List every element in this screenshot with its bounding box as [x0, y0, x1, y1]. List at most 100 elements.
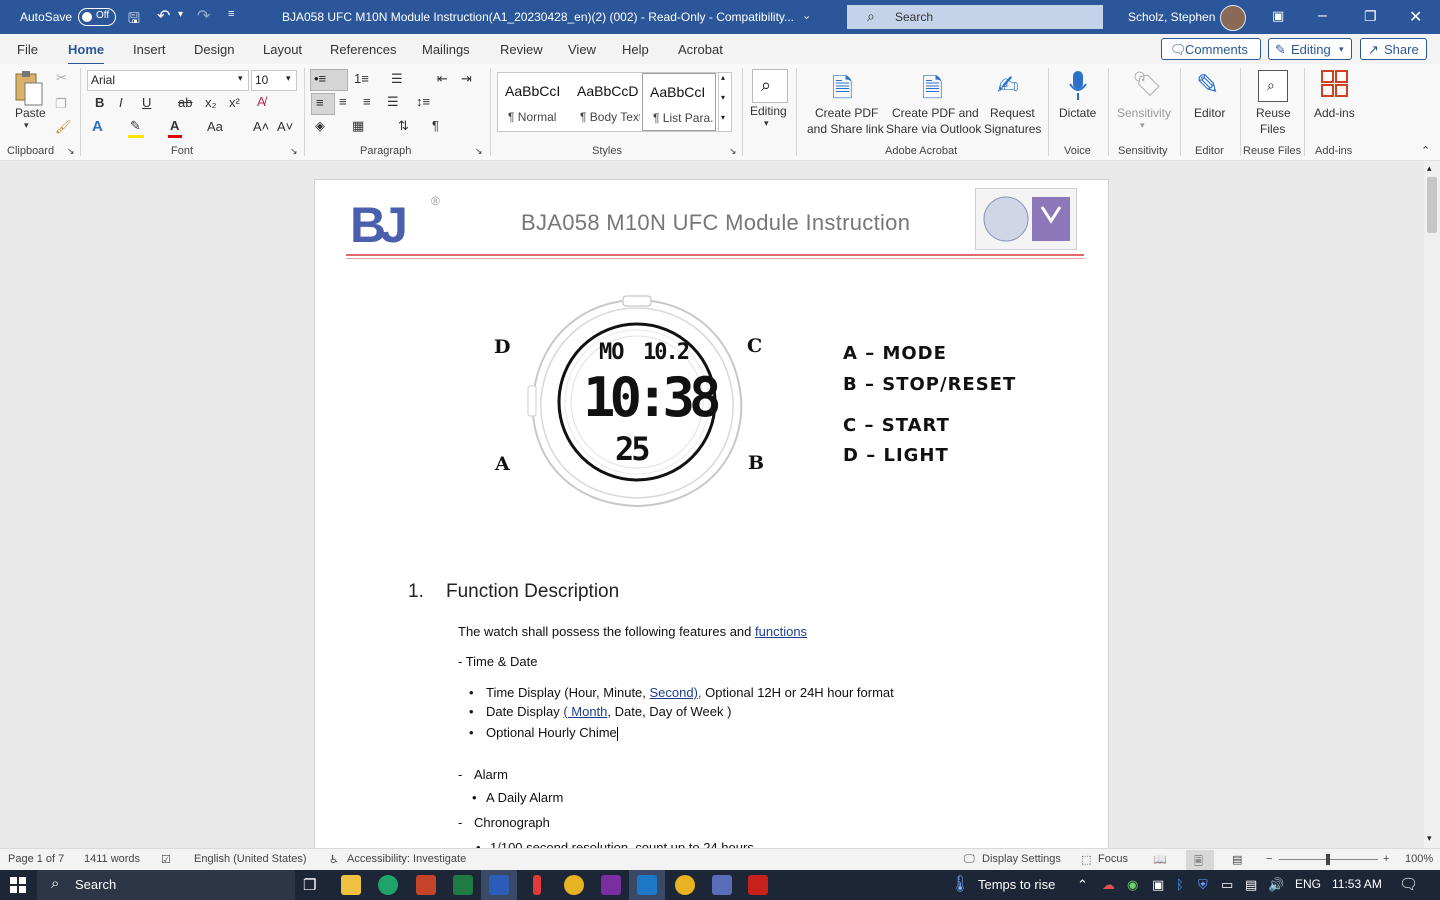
proofing-icon[interactable]: ☑ [161, 853, 171, 866]
zoom-out-icon[interactable]: − [1266, 853, 1272, 865]
tab-references[interactable]: References [330, 42, 396, 57]
highlight-icon[interactable]: ✎ [128, 118, 144, 138]
close-icon[interactable]: ✕ [1409, 7, 1422, 27]
request-signatures-label-2[interactable]: Signatures [984, 122, 1041, 136]
user-name[interactable]: Scholz, Stephen [1128, 10, 1215, 24]
align-right-icon[interactable]: ≡ [363, 94, 371, 109]
web-layout-icon[interactable]: ▤ [1232, 853, 1242, 866]
paste-dropdown-icon[interactable]: ▾ [24, 120, 29, 131]
undo-dropdown-icon[interactable]: ▾ [178, 9, 183, 20]
bold-icon[interactable]: B [95, 95, 104, 110]
edge-icon[interactable] [378, 875, 398, 895]
italic-icon[interactable]: I [119, 95, 123, 110]
editor-icon[interactable]: ✎ [1196, 68, 1219, 101]
notifications-icon[interactable]: 🗨 [1399, 875, 1418, 893]
reuse-files-label[interactable]: Reuse [1256, 106, 1291, 120]
sensitivity-dropdown-icon[interactable]: ▾ [1140, 120, 1145, 131]
dictate-label[interactable]: Dictate [1059, 106, 1096, 120]
powerpoint-icon[interactable] [416, 875, 436, 895]
tab-view[interactable]: View [568, 42, 596, 57]
redo-icon[interactable]: ↷ [197, 6, 210, 26]
file-explorer-icon[interactable] [341, 875, 361, 895]
vertical-scrollbar[interactable]: ▴ ▾ [1424, 161, 1440, 848]
underline-icon[interactable]: U [142, 95, 151, 110]
customize-toolbar-icon[interactable]: ≡ [228, 8, 234, 20]
functions-link[interactable]: functions [755, 624, 807, 639]
zoom-slider-handle[interactable] [1326, 854, 1330, 865]
autosave-toggle[interactable]: Off [78, 8, 116, 26]
page-count[interactable]: Page 1 of 7 [8, 853, 64, 865]
paragraph-launcher-icon[interactable]: ↘ [475, 146, 483, 157]
shrink-font-icon[interactable]: A˅ [277, 119, 293, 134]
create-pdf-label-2[interactable]: and Share link [807, 122, 884, 136]
subscript-icon[interactable]: x₂ [205, 95, 217, 110]
shading-icon[interactable]: ◈ [315, 118, 325, 134]
style-normal[interactable]: AaBbCcI ¶ Normal [498, 73, 570, 129]
styles-scroll[interactable]: ▴ ▾ ▾ [718, 72, 732, 132]
tray-app-icon[interactable]: ▣ [1152, 877, 1164, 893]
scroll-thumb[interactable] [1427, 177, 1437, 233]
app-icon[interactable] [712, 875, 732, 895]
request-signatures-label[interactable]: Request [990, 106, 1035, 120]
font-name-combo[interactable]: Arial ▾ [87, 70, 249, 91]
focus-mode[interactable]: Focus [1098, 853, 1128, 865]
align-left-button[interactable]: ≡ [311, 93, 335, 115]
outlook-taskbar-active[interactable] [629, 870, 665, 900]
reuse-files-label-2[interactable]: Files [1260, 122, 1285, 136]
styles-launcher-icon[interactable]: ↘ [729, 146, 737, 157]
cut-icon[interactable]: ✂ [56, 70, 67, 86]
borders-icon[interactable]: ▦ [352, 118, 364, 134]
display-settings[interactable]: Display Settings [982, 853, 1061, 865]
tab-mailings[interactable]: Mailings [422, 42, 470, 57]
tray-app-icon[interactable]: ☁ [1102, 877, 1115, 893]
word-taskbar-active[interactable] [481, 870, 517, 900]
font-color-icon[interactable]: A [168, 118, 182, 138]
chevron-up-icon[interactable]: ⌃ [1077, 877, 1088, 893]
multilevel-list-icon[interactable]: ☰ [391, 71, 403, 87]
minimize-icon[interactable]: – [1318, 7, 1327, 25]
security-icon[interactable]: ⛨ [1198, 877, 1208, 893]
style-list-paragraph[interactable]: AaBbCcI ¶ List Para... [642, 73, 716, 131]
zoom-level[interactable]: 100% [1405, 853, 1433, 865]
editing-dropdown-icon[interactable]: ▾ [764, 118, 769, 129]
print-layout-button[interactable]: 🗏 [1186, 850, 1214, 870]
input-language[interactable]: ENG [1295, 877, 1321, 891]
create-pdf-label[interactable]: Create PDF [815, 106, 878, 120]
create-pdf-outlook-label[interactable]: Create PDF and [892, 106, 979, 120]
numbering-icon[interactable]: 1≡ [354, 71, 369, 86]
language[interactable]: English (United States) [194, 853, 307, 865]
add-ins-icon[interactable] [1321, 70, 1349, 100]
format-painter-icon[interactable]: 🖌 [55, 119, 72, 135]
increase-indent-icon[interactable]: ⇥ [461, 71, 472, 87]
tab-acrobat[interactable]: Acrobat [678, 42, 723, 57]
document-page[interactable]: BJ ® BJA058 M10N UFC Module Instruction … [314, 179, 1109, 848]
grow-font-icon[interactable]: A˄ [253, 119, 269, 134]
show-formatting-icon[interactable]: ¶ [432, 118, 439, 133]
taskbar-search[interactable]: ⌕ Search [37, 870, 295, 900]
volume-icon[interactable]: 🔊 [1268, 877, 1284, 893]
onenote-icon[interactable] [601, 875, 621, 895]
acrobat-icon[interactable] [748, 875, 768, 895]
tray-app-icon[interactable]: ◉ [1127, 877, 1138, 893]
justify-icon[interactable]: ☰ [387, 94, 399, 110]
clipboard-launcher-icon[interactable]: ↘ [67, 146, 75, 157]
save-icon[interactable]: 🖫 [128, 8, 140, 32]
create-pdf-outlook-label-2[interactable]: Share via Outlook [886, 122, 981, 136]
accessibility-status[interactable]: Accessibility: Investigate [347, 853, 466, 865]
superscript-icon[interactable]: x² [229, 95, 240, 110]
tab-help[interactable]: Help [622, 42, 649, 57]
ribbon-display-icon[interactable]: ▣ [1272, 8, 1284, 24]
restore-icon[interactable]: ❐ [1364, 8, 1377, 25]
bullets-button[interactable]: •≡ [310, 69, 348, 91]
change-case-icon[interactable]: Aa [207, 119, 223, 134]
chrome-icon[interactable] [564, 875, 584, 895]
microphone-icon[interactable] [1068, 70, 1088, 102]
tab-review[interactable]: Review [500, 42, 543, 57]
tab-insert[interactable]: Insert [133, 42, 166, 57]
search-box[interactable]: ⌕ Search [847, 5, 1103, 29]
sort-icon[interactable]: ⇅ [398, 118, 409, 134]
strikethrough-icon[interactable]: ab [178, 95, 192, 110]
chrome-profile-icon[interactable] [675, 875, 695, 895]
task-view-icon[interactable]: ❐ [303, 876, 316, 894]
style-body-text[interactable]: AaBbCcD ¶ Body Text [570, 73, 642, 129]
